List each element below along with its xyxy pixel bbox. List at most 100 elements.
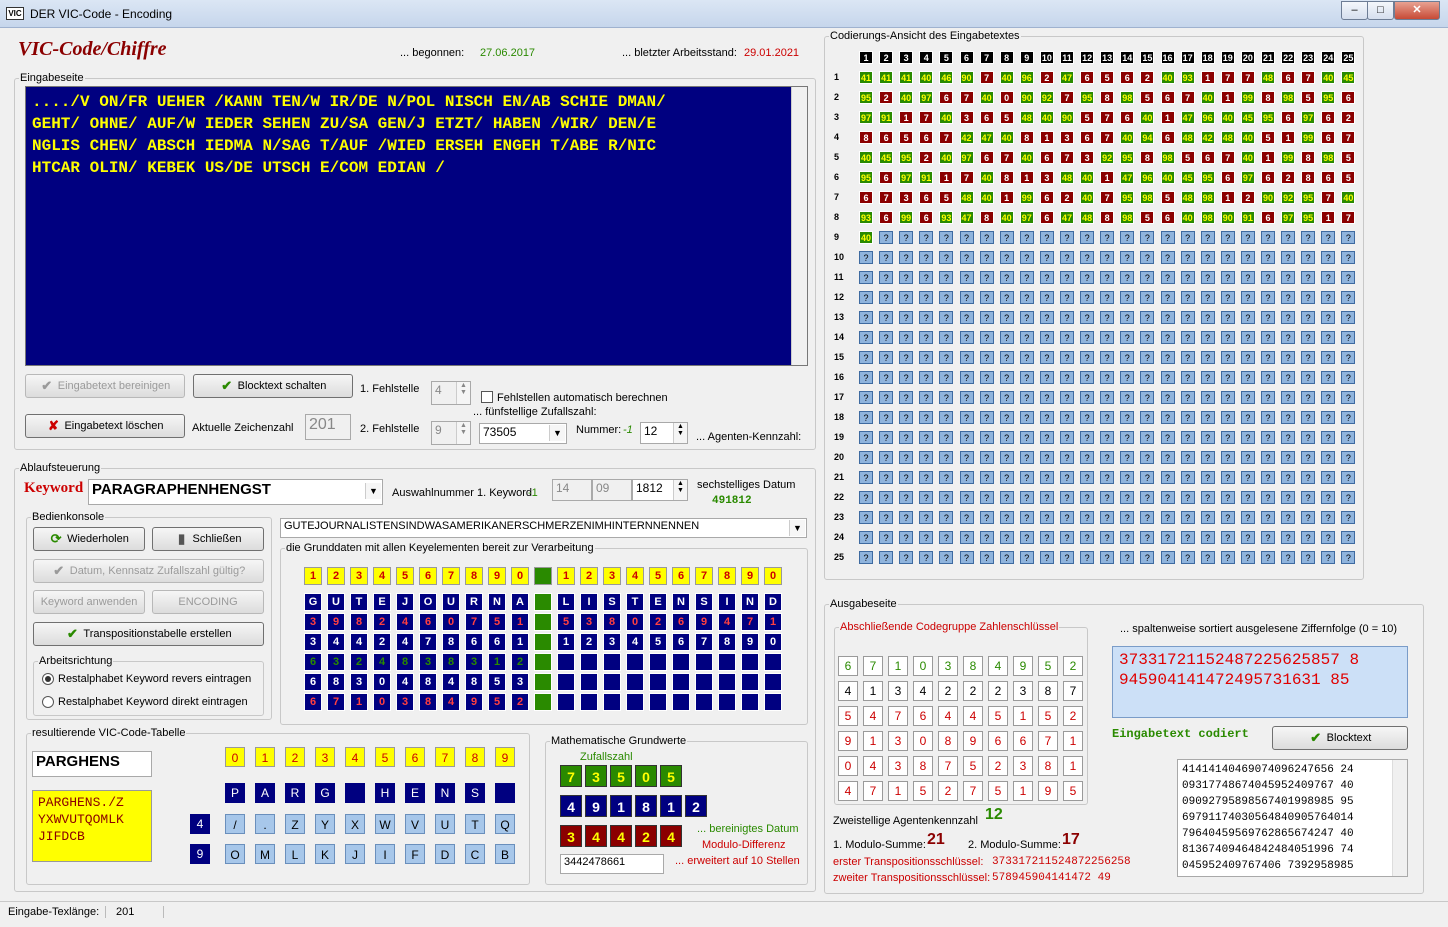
zahlenschluessel-cell: 9 [963,731,983,751]
zahlenschluessel-cell: 7 [1038,731,1058,751]
output-scrollbar[interactable] [1392,760,1407,876]
empty-cell: ? [1220,231,1235,244]
auto-fehlstellen-checkbox[interactable] [481,391,493,403]
empty-cell: ? [899,551,914,564]
empty-cell: ? [1220,511,1235,524]
spinner-arrows-icon[interactable]: ▲ ▼ [456,422,470,444]
vic-row4-label: 4 [190,814,210,834]
empty-cell: ? [1019,331,1034,344]
blocktext-schalten-button[interactable]: ✔ Blocktext schalten [193,374,353,398]
empty-cell: ? [1160,511,1175,524]
zufall-digit: 3 [585,765,607,787]
monat-spinner[interactable]: 09 [592,479,632,501]
phrase-select[interactable]: GUTEJOURNALISTENSINDWASAMERIKANERSCHMERZ… [280,518,807,538]
empty-cell: ? [1060,431,1074,444]
row-number-label: 19 [834,432,845,442]
zufallszahl-select[interactable]: 73505 ▼ [479,423,567,444]
empty-cell: ? [879,531,894,544]
vic-row9-cell: O [225,844,245,864]
key-cell: 3 [465,653,483,671]
empty-cell: ? [1301,311,1316,324]
empty-cell: ? [1180,471,1195,484]
empty-cell: ? [1281,351,1296,364]
key-cell: 2 [373,633,391,651]
codiert-label: Eingabetext codiert [1112,727,1249,741]
spinner-arrows-icon[interactable]: ▲ ▼ [456,382,470,404]
empty-cell: ? [1200,271,1215,284]
code-cell: 40 [1240,151,1255,164]
minimize-button[interactable]: – [1341,1,1368,20]
key-cell: A [511,593,529,611]
empty-cell: ? [979,411,994,424]
tag-spinner[interactable]: 14 [552,479,592,501]
empty-cell: ? [1321,451,1336,464]
radio-direkt[interactable] [42,696,54,708]
jahr-spinner[interactable]: 1812 ▲ ▼ [632,479,688,501]
zahlenschluessel-cell: 5 [1038,656,1058,676]
empty-cell: ? [1240,351,1255,364]
check-icon: ✔ [53,563,65,578]
code-cell: 40 [919,71,934,84]
code-cell: 99 [1019,191,1034,204]
chevron-down-icon[interactable]: ▼ [365,483,381,499]
maximize-button[interactable]: □ [1367,1,1394,20]
chevron-down-icon[interactable]: ▼ [789,520,805,536]
chevron-down-icon[interactable]: ▼ [549,425,565,441]
datum-check-button[interactable]: ✔ Datum, Kennsatz Zufallszahl gültig? [33,559,264,583]
blocktext-button[interactable]: ✔ Blocktext [1272,726,1408,750]
schliessen-button[interactable]: ▮ Schließen [152,527,264,551]
loeschen-button[interactable]: ✘ Eingabetext löschen [25,414,185,438]
bereinigen-button[interactable]: ✔ Eingabetext bereinigen [25,374,185,398]
code-cell: 96 [1200,111,1215,124]
empty-cell: ? [959,491,974,504]
code-cell: 6 [1220,171,1235,184]
empty-cell: ? [879,471,894,484]
code-cell: 8 [1019,131,1034,144]
datum-digit: 9 [585,795,607,817]
header-digit-cell: 9 [741,567,759,585]
encoding-button[interactable]: ENCODING [152,590,264,614]
col-header-cell: 21 [1261,51,1275,64]
output-textarea[interactable]: 41414140469074096247656 24 09317748674045… [1177,759,1408,877]
fehlstelle1-spinner[interactable]: 4 ▲ ▼ [431,381,471,405]
code-cell: 40 [1220,111,1235,124]
check-icon: ✔ [221,378,233,393]
empty-cell: ? [1120,291,1135,304]
empty-cell: ? [1120,531,1135,544]
eingabe-line: ..../V ON/FR UEHER /KANN TEN/W IR/DE N/P… [32,93,666,111]
close-button[interactable]: ✕ [1394,1,1440,20]
empty-cell: ? [1321,231,1336,244]
zahlenschluessel-cell: 4 [838,681,858,701]
row-number-label: 13 [834,312,845,322]
transposition-button[interactable]: ✔ Transpositionstabelle erstellen [33,622,264,646]
empty-cell: ? [859,251,873,264]
key-cell: T [350,593,368,611]
empty-cell: ? [1200,231,1215,244]
keyword-anwenden-button[interactable]: Keyword anwenden [33,590,145,614]
empty-cell: ? [1200,331,1215,344]
col-header-cell: 12 [1080,51,1095,64]
zufall-digit: 5 [610,765,632,787]
zahlenschluessel-cell: 1 [888,781,908,801]
eingabe-textarea[interactable]: ..../V ON/FR UEHER /KANN TEN/W IR/DE N/P… [25,86,808,366]
zahlenschluessel-cell: 0 [913,656,933,676]
keyword-select[interactable]: PARAGRAPHENHENGST ▼ [88,479,383,505]
empty-cell: ? [1281,511,1296,524]
spinner-arrows-icon[interactable]: ▲ ▼ [673,480,687,500]
col-header-cell: 20 [1240,51,1255,64]
code-cell: 6 [879,131,894,144]
fehlstelle2-spinner[interactable]: 9 ▲ ▼ [431,421,471,445]
code-cell: 95 [1321,91,1336,104]
key-cell: 7 [695,633,713,651]
wiederholen-button[interactable]: ⟳ Wiederholen [33,527,145,551]
code-cell: 95 [1261,111,1275,124]
code-cell: 2 [879,91,894,104]
eingabe-scrollbar[interactable] [791,87,807,365]
empty-cell: ? [979,451,994,464]
radio-revers[interactable] [42,673,54,685]
agenten-spinner[interactable]: 12 ▲ ▼ [640,422,688,444]
spinner-arrows-icon[interactable]: ▲ ▼ [673,423,687,443]
empty-cell: ? [939,551,954,564]
empty-cell: ? [1301,251,1316,264]
code-cell: 93 [1180,71,1195,84]
